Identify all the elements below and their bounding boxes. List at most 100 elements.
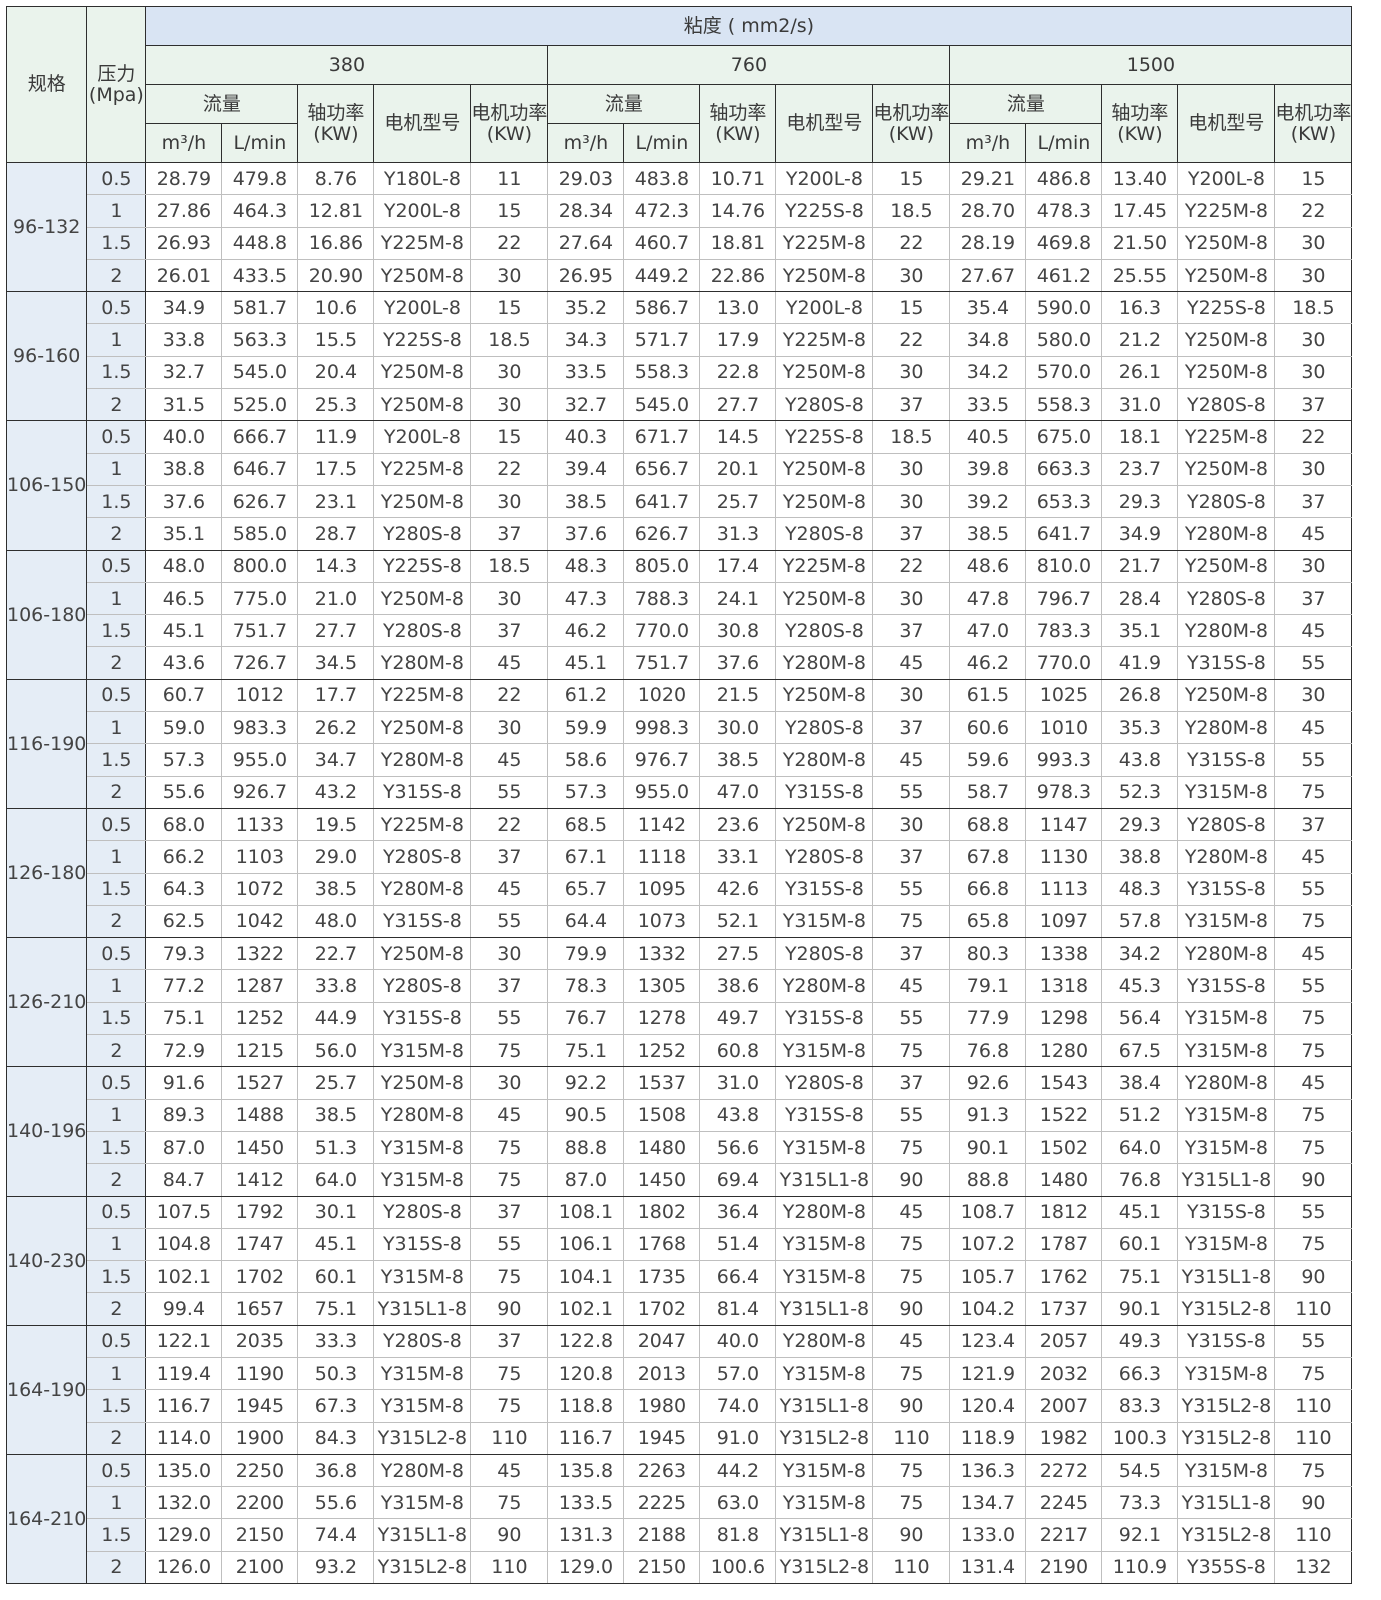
motor-model-cell: Y225M-8: [373, 226, 472, 260]
flow-lmin-cell: 1298: [1025, 1001, 1103, 1036]
flow-lmin-cell: 2200: [221, 1486, 299, 1520]
flow-m3h-cell: 67.1: [547, 840, 625, 874]
spec-cell: 164-210: [5, 1453, 88, 1585]
flow-lmin-cell: 581.7: [221, 291, 299, 325]
flow-m3h-cell: 92.6: [949, 1066, 1027, 1100]
flow-m3h-cell: 47.0: [949, 614, 1027, 648]
flow-m3h-cell: 90.5: [547, 1098, 625, 1132]
flow-m3h-cell: 39.8: [949, 452, 1027, 486]
flow-m3h-cell: 28.34: [547, 194, 625, 228]
motor-model-cell: Y225S-8: [373, 549, 472, 583]
flow-m3h-cell: 29.03: [547, 161, 625, 196]
motor-model-cell: Y225M-8: [373, 452, 472, 486]
flow-m3h-cell: 59.6: [949, 743, 1027, 777]
motor-model-cell: Y250M-8: [373, 581, 472, 616]
shaft-power-cell: 17.5: [297, 452, 375, 486]
flow-lmin-cell: 1762: [1025, 1260, 1103, 1294]
motor-power-cell: 45: [470, 1453, 549, 1488]
table-row: 1 38.8 646.7 17.5 Y225M-8 22 39.4 656.7 20.1 Y250…: [7, 452, 1353, 486]
shaft-power-cell: 60.1: [1101, 1227, 1179, 1262]
motor-model-cell: Y250M-8: [775, 581, 874, 616]
shaft-power-cell: 48.3: [1101, 872, 1179, 906]
motor-power-cell: 55: [872, 1001, 951, 1036]
flow-m3h-cell: 79.3: [145, 937, 223, 971]
table-row: 164-210 0.5 135.0 2250 36.8 Y280M-8 45 135.8 226…: [5, 1453, 1353, 1585]
motor-power-cell: 75: [470, 1163, 549, 1197]
flow-m3h-cell: 60.7: [145, 678, 223, 713]
motor-power-cell: 75: [872, 1356, 951, 1391]
flow-m3h-cell: 37.6: [145, 484, 223, 519]
flow-lmin-cell: 1508: [623, 1098, 701, 1132]
shaft-power-cell: 13.0: [699, 291, 777, 325]
motor-model-cell: Y315S-8: [373, 775, 472, 809]
flow-m3h-cell: 59.0: [145, 711, 223, 745]
shaft-power-cell: 12.81: [297, 194, 375, 228]
shaft-power-cell: 75.1: [1101, 1260, 1179, 1294]
motor-power-cell: 30: [872, 355, 951, 390]
flow-m3h-cell: 91.6: [145, 1066, 223, 1100]
motor-model-cell: Y315S-8: [775, 872, 874, 906]
flow-m3h-cell: 132.0: [145, 1486, 223, 1520]
flow-lmin-cell: 1305: [623, 969, 701, 1003]
flow-lmin-cell: 2013: [623, 1356, 701, 1391]
header-motor-model-1500: 电机型号: [1177, 84, 1276, 163]
motor-power-cell: 90: [470, 1292, 549, 1326]
flow-lmin-cell: 585.0: [221, 517, 299, 551]
flow-m3h-cell: 60.6: [949, 711, 1027, 745]
flow-m3h-cell: 34.2: [949, 355, 1027, 390]
flow-m3h-cell: 35.1: [145, 517, 223, 551]
shaft-power-cell: 37.6: [699, 646, 777, 680]
flow-lmin-cell: 464.3: [221, 194, 299, 228]
flow-lmin-cell: 1103: [221, 840, 299, 874]
spec-cell: 96-160: [5, 291, 88, 422]
motor-power-cell: 75: [872, 1453, 951, 1488]
flow-lmin-cell: 770.0: [1025, 646, 1103, 680]
shaft-power-cell: 43.2: [297, 775, 375, 809]
motor-power-cell: 55: [872, 1098, 951, 1132]
motor-power-cell: 15: [470, 291, 549, 325]
motor-model-cell: Y280S-8: [775, 840, 874, 874]
flow-m3h-cell: 84.7: [145, 1163, 223, 1197]
flow-m3h-cell: 45.1: [145, 614, 223, 648]
motor-model-cell: Y280M-8: [775, 1324, 874, 1358]
shaft-power-cell: 92.1: [1101, 1518, 1179, 1552]
flow-m3h-cell: 61.5: [949, 678, 1027, 713]
flow-m3h-cell: 47.3: [547, 581, 625, 616]
flow-m3h-cell: 121.9: [949, 1356, 1027, 1391]
flow-m3h-cell: 58.7: [949, 775, 1027, 809]
shaft-power-cell: 20.90: [297, 258, 375, 293]
motor-model-cell: Y250M-8: [1177, 226, 1276, 260]
motor-model-cell: Y280S-8: [1177, 807, 1276, 842]
motor-model-cell: Y250M-8: [775, 258, 874, 293]
flow-m3h-cell: 40.0: [145, 420, 223, 454]
flow-m3h-cell: 28.79: [145, 161, 223, 196]
flow-lmin-cell: 788.3: [623, 581, 701, 616]
motor-power-cell: 30: [470, 355, 549, 390]
motor-model-cell: Y315L2-8: [775, 1550, 874, 1585]
motor-model-cell: Y315S-8: [1177, 743, 1276, 777]
flow-lmin-cell: 1130: [1025, 840, 1103, 874]
table-row: 164-190 0.5 122.1 2035 33.3 Y280S-8 37 122.8 204…: [5, 1324, 1353, 1455]
flow-m3h-cell: 32.7: [547, 388, 625, 422]
motor-power-cell: 45: [470, 1098, 549, 1132]
flow-lmin-cell: 558.3: [623, 355, 701, 390]
flow-m3h-cell: 87.0: [145, 1130, 223, 1165]
shaft-power-cell: 29.3: [1101, 807, 1179, 842]
flow-m3h-cell: 34.3: [547, 323, 625, 357]
pressure-cell: 1.5: [86, 872, 147, 906]
table-row: 96-160 0.5 34.9 581.7 10.6 Y200L-8 15 35.2 586.7…: [5, 291, 1353, 422]
pressure-cell: 0.5: [86, 1324, 147, 1358]
shaft-power-cell: 110.9: [1101, 1550, 1179, 1585]
flow-lmin-cell: 1735: [623, 1260, 701, 1294]
flow-m3h-cell: 26.93: [145, 226, 223, 260]
flow-lmin-cell: 2217: [1025, 1518, 1103, 1552]
motor-model-cell: Y315M-8: [775, 904, 874, 939]
motor-model-cell: Y200L-8: [775, 161, 874, 196]
motor-power-cell: 30: [1274, 258, 1353, 293]
flow-lmin-cell: 775.0: [221, 581, 299, 616]
motor-power-cell: 90: [872, 1292, 951, 1326]
flow-lmin-cell: 545.0: [623, 388, 701, 422]
motor-power-cell: 30: [872, 258, 951, 293]
shaft-power-cell: 34.2: [1101, 937, 1179, 971]
flow-lmin-cell: 1252: [623, 1034, 701, 1068]
